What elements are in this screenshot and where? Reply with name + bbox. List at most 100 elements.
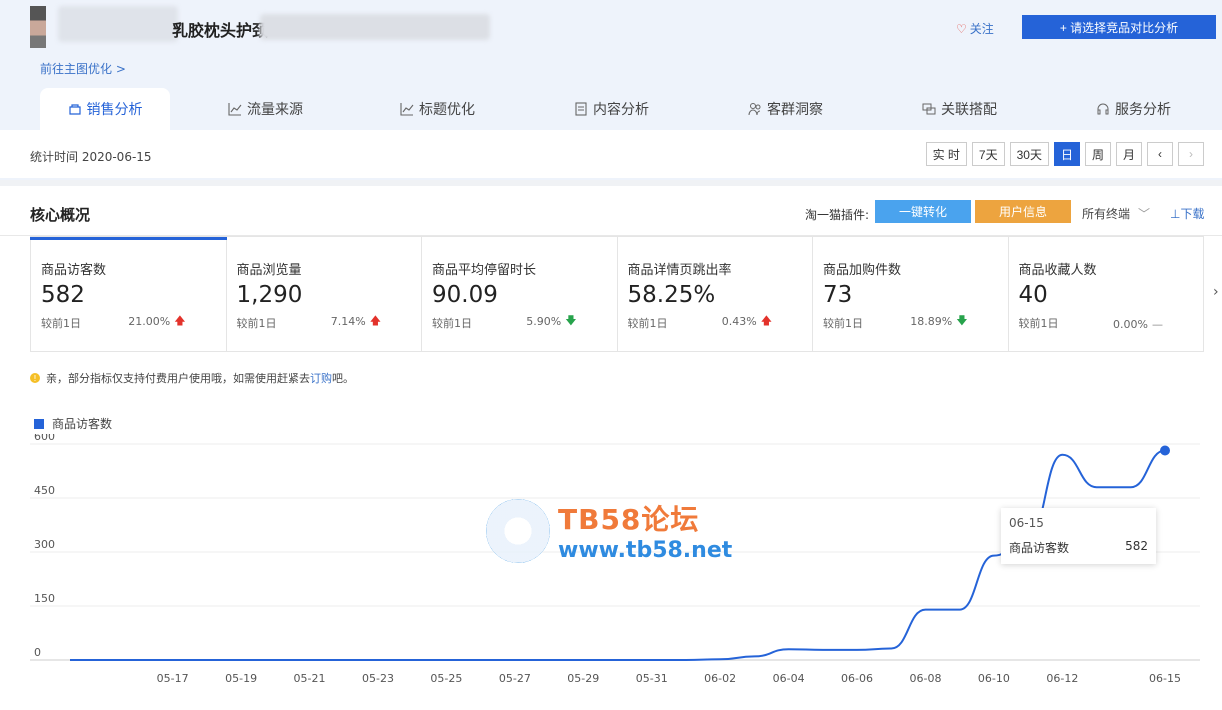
metric-name: 商品收藏人数 [1018, 263, 1097, 278]
y-tick-label: 0 [34, 646, 41, 659]
chevron-right-icon: › [1189, 147, 1193, 161]
blurred-region [58, 6, 178, 42]
tab-content-analysis[interactable]: 内容分析 [574, 88, 649, 130]
tab-traffic-source[interactable]: 流量来源 [228, 88, 303, 130]
tab-related-match[interactable]: 关联搭配 [922, 88, 997, 130]
metric-compare: 较前1日 [236, 317, 277, 330]
tooltip-label: 商品访客数 [1009, 541, 1070, 555]
arrow-down-icon: 🡇 [565, 314, 577, 327]
x-tick-label: 06-02 [704, 672, 736, 685]
tab-bar: 销售分析 流量来源 标题优化 内容分析 客群洞察 关联搭配 服务分析 [0, 88, 1222, 130]
metric-value: 58.25% [627, 282, 716, 308]
tab-label: 销售分析 [86, 102, 143, 118]
core-title: 核心概况 [30, 206, 91, 224]
tab-label: 标题优化 [419, 102, 475, 118]
subscribe-link[interactable]: 订购 [310, 372, 332, 385]
legend-swatch [34, 418, 44, 429]
metric-change: 5.90% 🡇 [526, 312, 576, 331]
trend-icon [228, 103, 242, 116]
7days-button[interactable]: 7天 [971, 142, 1005, 166]
next-date-button[interactable]: › [1178, 142, 1204, 166]
tab-customer-insight[interactable]: 客群洞察 [748, 88, 823, 130]
tab-label: 服务分析 [1115, 102, 1171, 118]
x-tick-label: 05-19 [225, 672, 257, 685]
week-button[interactable]: 周 [1084, 142, 1111, 166]
metric-compare: 较前1日 [823, 317, 863, 330]
metric-compare: 较前1日 [432, 317, 472, 330]
download-link[interactable]: ⊥下载 [1170, 205, 1204, 222]
x-tick-label: 06-15 [1149, 672, 1181, 685]
y-tick-label: 300 [34, 538, 55, 551]
realtime-button[interactable]: 实 时 [925, 142, 967, 166]
arrow-up-icon: 🡅 [369, 314, 381, 327]
x-tick-label: 05-25 [430, 672, 462, 685]
metric-card-add-cart[interactable]: 商品加购件数 73 较前1日 18.89% 🡇 [813, 236, 1009, 352]
x-tick-label: 05-29 [567, 672, 599, 685]
month-button[interactable]: 月 [1115, 142, 1142, 166]
tooltip-date: 06-15 [1009, 516, 1044, 530]
legend-label: 商品访客数 [52, 417, 113, 431]
goto-main-image-link[interactable]: 前往主图优化 > [40, 60, 126, 77]
metric-change: 0.43% 🡅 [722, 312, 772, 331]
headset-icon [1097, 103, 1109, 115]
one-click-convert-button[interactable]: 一键转化 [875, 200, 971, 223]
terminal-select[interactable]: 所有终端 ﹀ [1082, 205, 1150, 222]
x-tick-label: 06-10 [978, 672, 1010, 685]
tooltip-value: 582 [1125, 539, 1148, 553]
stat-time: 统计时间 2020-06-15 [30, 150, 152, 164]
metric-change: 7.14% 🡅 [331, 312, 381, 331]
terminal-value: 所有终端 [1082, 207, 1131, 221]
metric-name: 商品平均停留时长 [432, 263, 537, 278]
metric-card-favorites[interactable]: 商品收藏人数 40 较前1日 0.00% — [1008, 236, 1204, 352]
metric-value: 90.09 [432, 282, 498, 308]
date-bar: 统计时间 2020-06-15 实 时 7天 30天 日 周 月 ‹ › [0, 130, 1222, 178]
product-thumbnail [30, 6, 46, 48]
metric-name: 商品浏览量 [236, 263, 302, 278]
x-tick-label: 06-06 [841, 672, 873, 685]
visitors-line-chart[interactable]: 0 150 300 450 600 05-17 05-19 05-21 05-23 05-25 05… [0, 434, 1222, 710]
tab-sales-analysis[interactable]: 销售分析 [40, 88, 170, 130]
metric-card-stay-time[interactable]: 商品平均停留时长 90.09 较前1日 5.90% 🡇 [422, 236, 618, 352]
product-title: 乳胶枕头护颈 [172, 21, 269, 40]
trend-icon [400, 103, 414, 116]
y-tick-label: 150 [34, 592, 55, 605]
metric-value: 1,290 [236, 282, 303, 308]
metric-value: 40 [1018, 282, 1048, 308]
chevron-down-icon: ﹀ [1138, 207, 1151, 221]
arrow-down-icon: 🡇 [956, 314, 968, 327]
metric-value: 582 [41, 282, 85, 308]
follow-button[interactable]: ♡ 关注 [956, 20, 994, 37]
tab-label: 内容分析 [593, 102, 649, 118]
tab-title-optimize[interactable]: 标题优化 [400, 88, 475, 130]
metric-card-visitors[interactable]: 商品访客数 582 较前1日 21.00% 🡅 [30, 236, 227, 352]
user-info-button[interactable]: 用户信息 [975, 200, 1071, 223]
metric-change: 0.00% — [1113, 318, 1163, 331]
x-tick-label: 05-17 [157, 672, 189, 685]
date-range-buttons: 实 时 7天 30天 日 周 月 ‹ › [925, 142, 1204, 166]
chevron-right-icon: › [1213, 284, 1219, 300]
link-icon [922, 103, 936, 115]
compare-competitor-button[interactable]: + 请选择竞品对比分析 [1022, 15, 1216, 39]
metric-name: 商品加购件数 [823, 263, 902, 278]
users-icon [748, 103, 761, 116]
tip-suffix: 吧。 [332, 372, 354, 385]
metric-card-bounce-rate[interactable]: 商品详情页跳出率 58.25% 较前1日 0.43% 🡅 [617, 236, 813, 352]
x-tick-label: 05-21 [294, 672, 326, 685]
chart-legend[interactable]: 商品访客数 [34, 415, 112, 432]
blurred-region [260, 14, 490, 40]
tab-label: 流量来源 [247, 102, 303, 118]
dash-icon: — [1152, 318, 1163, 331]
metric-card-pageviews[interactable]: 商品浏览量 1,290 较前1日 7.14% 🡅 [226, 236, 422, 352]
prev-date-button[interactable]: ‹ [1147, 142, 1173, 166]
metric-compare: 较前1日 [1018, 317, 1059, 330]
tab-service-analysis[interactable]: 服务分析 [1096, 88, 1171, 130]
metrics-next-button[interactable]: › [1213, 284, 1219, 300]
30days-button[interactable]: 30天 [1009, 142, 1049, 166]
x-tick-label: 06-12 [1046, 672, 1078, 685]
info-icon: ! [30, 373, 40, 383]
tab-label: 关联搭配 [941, 102, 997, 118]
core-overview-panel: 核心概况 淘一猫插件: 一键转化 用户信息 所有终端 ﹀ ⊥下载 商品访客数 5… [0, 186, 1222, 710]
shop-icon [68, 104, 81, 115]
day-button[interactable]: 日 [1053, 142, 1080, 166]
heart-icon: ♡ [956, 21, 967, 36]
